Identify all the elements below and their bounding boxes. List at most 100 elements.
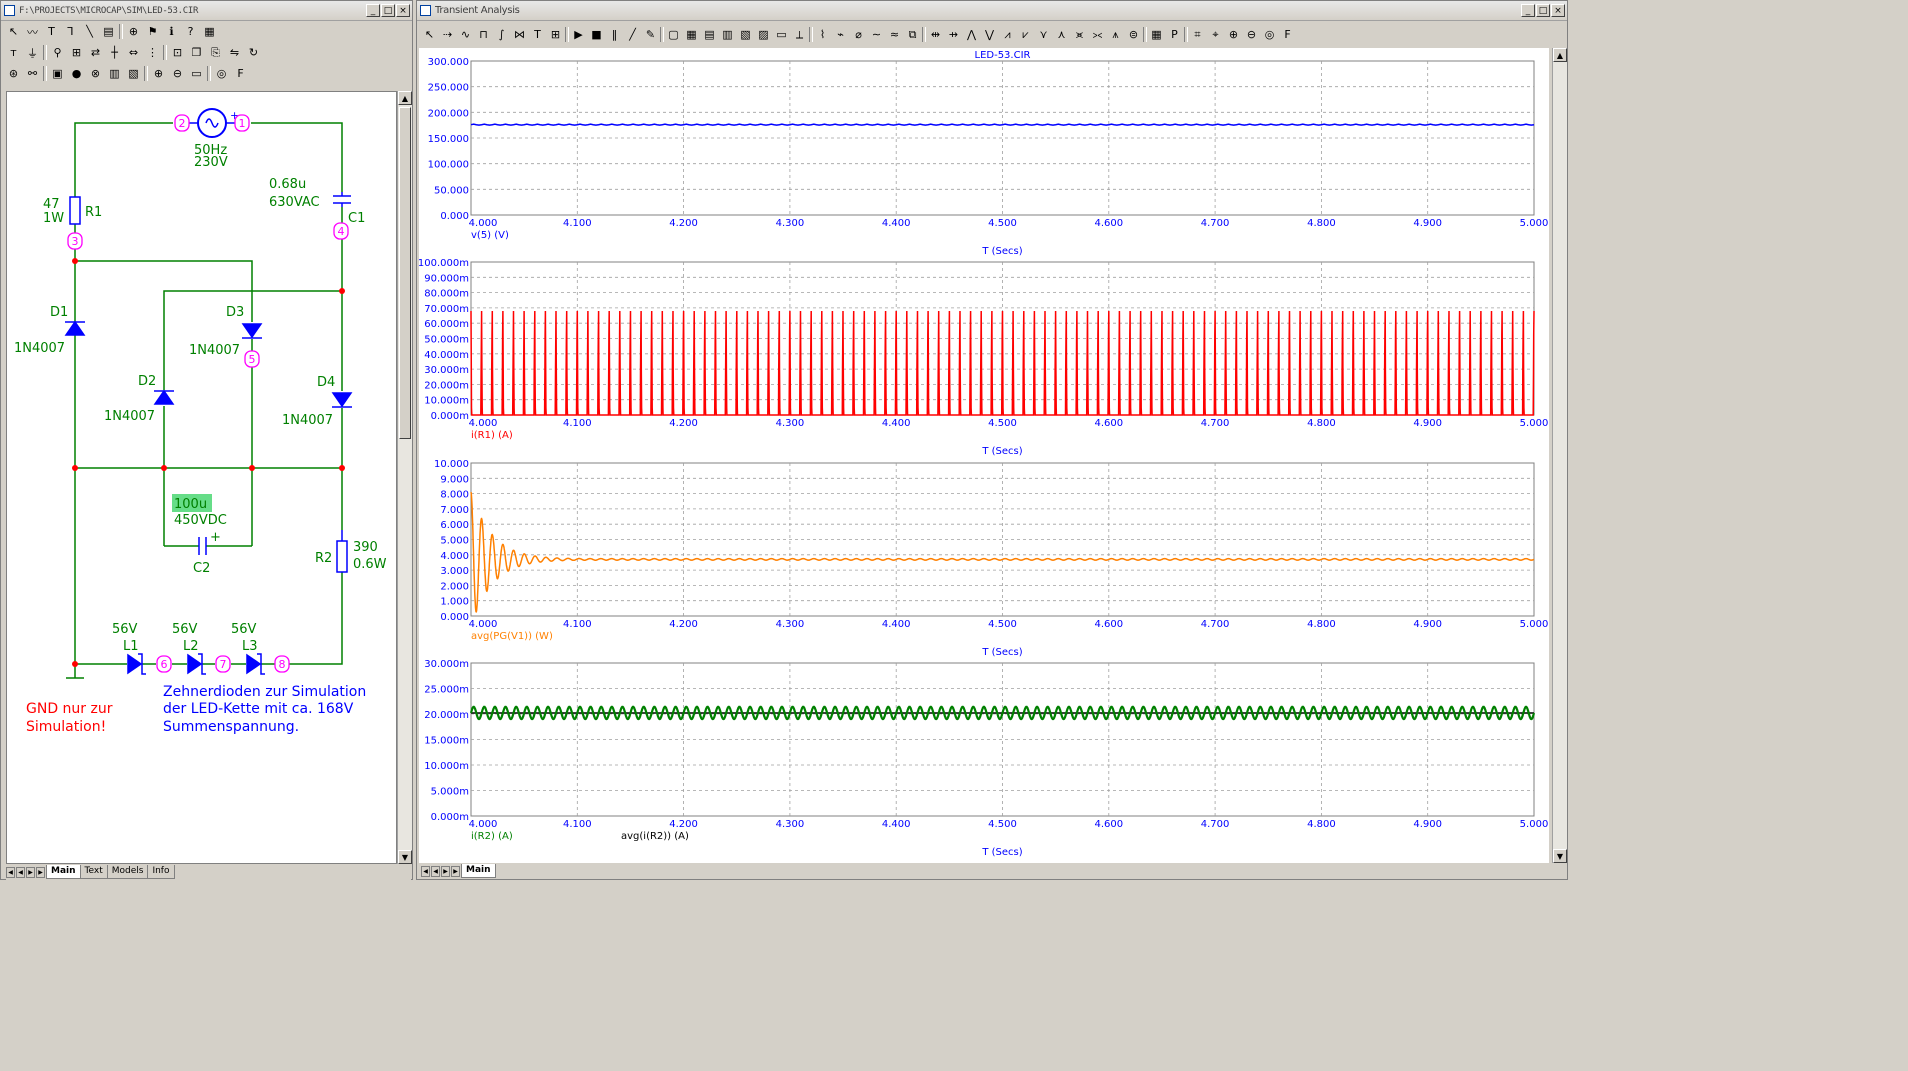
font-icon[interactable]: F (1279, 26, 1296, 43)
valley-icon[interactable]: ⋁ (981, 26, 998, 43)
zoom-in-icon[interactable]: ⊕ (1225, 26, 1242, 43)
param-icon[interactable]: P (1166, 26, 1183, 43)
zoom-in-icon[interactable]: ⊕ (150, 65, 167, 82)
bus-icon[interactable]: Ꞁ (62, 23, 79, 40)
analysis-titlebar[interactable]: Transient Analysis _ □ × (417, 1, 1567, 21)
mirror-icon[interactable]: ⇋ (226, 44, 243, 61)
wave4-icon[interactable]: ∼ (868, 26, 885, 43)
diode-d2[interactable] (153, 389, 175, 405)
flag-icon[interactable]: ⚑ (144, 23, 161, 40)
cursor-right-icon[interactable]: ⇸ (945, 26, 962, 43)
low-icon[interactable]: ⩗ (1017, 26, 1034, 43)
graph-icon[interactable]: ⊞ (547, 26, 564, 43)
tab-prev-icon[interactable]: ◀ (16, 866, 25, 878)
tab-text[interactable]: Text (79, 865, 108, 879)
tab-last-icon[interactable]: ▶ (36, 866, 45, 878)
all-icon[interactable]: ⩚ (1107, 26, 1124, 43)
wave3-icon[interactable]: ⌀ (850, 26, 867, 43)
zoom-out-icon[interactable]: ⊖ (169, 65, 186, 82)
maximize-button[interactable]: □ (381, 4, 395, 17)
diode-d3[interactable] (241, 323, 263, 339)
junction-icon[interactable]: ┼ (106, 44, 123, 61)
peak-icon[interactable]: ⋀ (963, 26, 980, 43)
tab-models[interactable]: Models (106, 865, 149, 879)
scroll-down-arrow-icon[interactable]: ▼ (1553, 849, 1567, 863)
diode-d1[interactable] (64, 320, 86, 336)
data-points-icon[interactable]: ∫ (493, 26, 510, 43)
tab-next-icon[interactable]: ▶ (26, 866, 35, 878)
run-icon[interactable]: ▶ (570, 26, 587, 43)
wire-icon[interactable]: 〰 (24, 23, 41, 40)
table-out-icon[interactable]: ▦ (1148, 26, 1165, 43)
tab-main[interactable]: Main (46, 865, 81, 879)
stack2-icon[interactable]: ▧ (125, 65, 142, 82)
flip-icon[interactable]: ⇔ (125, 44, 142, 61)
ac-source-v1[interactable]: + (189, 108, 239, 138)
scroll-up-arrow-icon[interactable]: ▲ (398, 91, 412, 105)
schematic-titlebar[interactable]: F:\PROJECTS\MICROCAP\SIM\LED-53.CIR _ □ … (1, 1, 412, 21)
capacitor-c2[interactable] (198, 537, 207, 555)
stop-icon[interactable]: ● (68, 65, 85, 82)
tag-icon[interactable]: ⌗ (1189, 26, 1206, 43)
diode-d4[interactable] (331, 392, 353, 408)
table3-icon[interactable]: ▧ (737, 26, 754, 43)
globe-icon[interactable]: ◎ (1261, 26, 1278, 43)
wave1-icon[interactable]: ⌇ (814, 26, 831, 43)
line-icon[interactable]: ╲ (81, 23, 98, 40)
note-icon[interactable]: ▤ (100, 23, 117, 40)
tab-next-icon[interactable]: ▶ (441, 865, 450, 877)
text-tool-icon[interactable]: T (529, 26, 546, 43)
scroll-up-arrow-icon[interactable]: ▲ (1553, 48, 1567, 62)
binoculars-icon[interactable]: ⚯ (24, 65, 41, 82)
arrow-select-icon[interactable]: ↖ (421, 26, 438, 43)
text-label-icon[interactable]: ᴛ (5, 44, 22, 61)
ground-icon[interactable]: ⏚ (24, 44, 41, 61)
resistor-r1[interactable] (69, 196, 81, 225)
table4-icon[interactable]: ▨ (755, 26, 772, 43)
pen-icon[interactable]: ✎ (642, 26, 659, 43)
pause-icon[interactable]: ‖ (606, 26, 623, 43)
grid-icon[interactable]: ▦ (201, 23, 218, 40)
copy-icon[interactable]: ❐ (188, 44, 205, 61)
tab-first-icon[interactable]: ◀ (421, 865, 430, 877)
cancel-icon[interactable]: ⊗ (87, 65, 104, 82)
arrow-select-icon[interactable]: ↖ (5, 23, 22, 40)
zoom-window-icon[interactable]: ⧉ (904, 26, 921, 43)
tab-main[interactable]: Main (461, 864, 496, 878)
tag2-icon[interactable]: ⌖ (1207, 26, 1224, 43)
maximize-button[interactable]: □ (1536, 4, 1550, 17)
zoom-out-icon[interactable]: ⊖ (1243, 26, 1260, 43)
schematic-vertical-scrollbar[interactable]: ▲ ▼ (397, 91, 412, 864)
component-icon[interactable]: ⊕ (125, 23, 142, 40)
probe-icon[interactable]: ⚲ (49, 44, 66, 61)
line-icon[interactable]: ╱ (624, 26, 641, 43)
cursor-left-icon[interactable]: ⇹ (927, 26, 944, 43)
box-icon[interactable]: ▢ (665, 26, 682, 43)
stop-icon[interactable]: ■ (588, 26, 605, 43)
minimize-button[interactable]: _ (1521, 4, 1535, 17)
wave5-icon[interactable]: ≈ (886, 26, 903, 43)
tab-first-icon[interactable]: ◀ (6, 866, 15, 878)
swap-icon[interactable]: ⇄ (87, 44, 104, 61)
inflect-icon[interactable]: ⋎ (1035, 26, 1052, 43)
globe-icon[interactable]: ◎ (213, 65, 230, 82)
scroll-thumb[interactable] (399, 107, 411, 439)
rotate-icon[interactable]: ↻ (245, 44, 262, 61)
dots-icon[interactable]: ⋮ (144, 44, 161, 61)
high-icon[interactable]: ⩘ (999, 26, 1016, 43)
cursor-mode-icon[interactable]: ⇢ (439, 26, 456, 43)
node-icon[interactable]: ⊞ (68, 44, 85, 61)
monitor-icon[interactable]: ▣ (49, 65, 66, 82)
schematic-canvas[interactable]: + 2 1 3 4 5 6 7 8 50Hz 230V 47 1W R1 0.6… (6, 91, 397, 864)
scale-icon[interactable]: ∿ (457, 26, 474, 43)
analysis-vertical-scrollbar[interactable]: ▲ ▼ (1552, 48, 1567, 863)
minimize-button[interactable]: _ (366, 4, 380, 17)
table-icon[interactable]: ▤ (701, 26, 718, 43)
tokens-icon[interactable]: ⋈ (511, 26, 528, 43)
prev-icon[interactable]: ⪥ (1089, 26, 1106, 43)
tab-info[interactable]: Info (147, 865, 175, 879)
window-icon[interactable]: ▭ (773, 26, 790, 43)
stack-icon[interactable]: ▥ (106, 65, 123, 82)
close-button[interactable]: × (1551, 4, 1565, 17)
tab-last-icon[interactable]: ▶ (451, 865, 460, 877)
